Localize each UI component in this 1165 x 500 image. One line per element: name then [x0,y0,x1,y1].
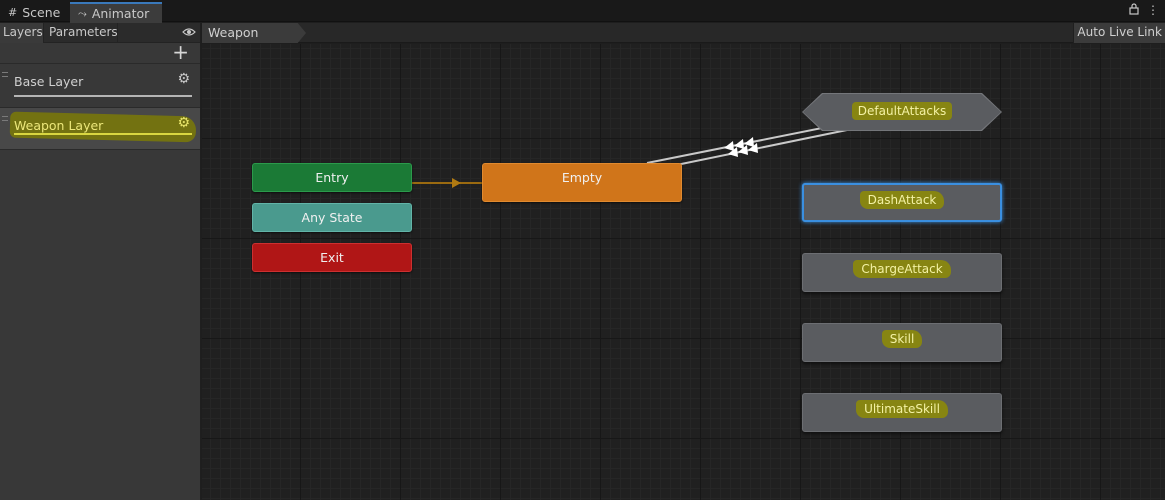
layer-weight-bar [14,95,192,97]
node-label: DefaultAttacks [802,102,1002,120]
tab-animator-label: Animator [91,6,150,21]
layer-item-base[interactable]: Base Layer ⚙ [0,63,200,107]
add-layer-row: + [0,41,200,63]
layer-item-weapon[interactable]: Weapon Layer ⚙ [0,107,200,150]
sub-state-machine-name: DefaultAttacks [857,104,947,118]
arrow-icon [452,178,461,188]
state-name: Skill [889,332,915,346]
animator-graph-canvas[interactable]: Entry Any State Exit Empty DefaultAttack… [202,44,1165,500]
tab-parameters[interactable]: Parameters [44,23,118,43]
layer-name: Weapon Layer [14,118,104,133]
drag-handle-icon[interactable] [2,72,8,77]
tab-animator[interactable]: ⤳ Animator [70,2,162,23]
state-node-dash-attack[interactable]: DashAttack [802,183,1002,222]
eye-icon[interactable] [182,26,196,40]
gear-icon[interactable]: ⚙ [177,115,190,131]
highlight-mark: Skill [881,330,922,348]
transition-lines [412,123,848,188]
layer-name: Base Layer [14,74,84,89]
highlight-mark: DashAttack [859,191,945,209]
highlight-mark: DefaultAttacks [851,102,953,120]
grid-icon: # [8,5,18,19]
layers-panel: Layers Parameters + Base Layer ⚙ Weapon … [0,23,201,500]
state-node-ultimate-skill[interactable]: UltimateSkill [802,393,1002,432]
state-name: UltimateSkill [864,402,940,416]
tab-scene[interactable]: # Scene [0,2,68,22]
animator-icon: ⤳ [78,6,87,20]
layer-weight-bar [14,133,192,135]
state-name: DashAttack [867,193,937,207]
tab-scene-label: Scene [22,4,61,20]
auto-live-link-button[interactable]: Auto Live Link [1073,23,1165,43]
state-node-skill[interactable]: Skill [802,323,1002,362]
highlight-mark: UltimateSkill [856,400,948,418]
any-state-node[interactable]: Any State [252,203,412,232]
entry-node[interactable]: Entry [252,163,412,192]
window-tab-bar: # Scene ⤳ Animator ⋮ [0,0,1165,23]
breadcrumb[interactable]: Weapon Layer [202,23,306,43]
exit-node[interactable]: Exit [252,243,412,272]
default-state-node[interactable]: Empty [482,163,682,202]
lock-icon[interactable] [1129,3,1139,18]
tab-layers[interactable]: Layers [0,23,44,43]
window-controls: ⋮ [1129,3,1159,18]
kebab-menu-icon[interactable]: ⋮ [1147,3,1159,18]
panel-tabs: Layers Parameters [0,23,200,43]
state-node-charge-attack[interactable]: ChargeAttack [802,253,1002,292]
state-name: ChargeAttack [861,262,943,276]
gear-icon[interactable]: ⚙ [177,71,190,87]
plus-icon[interactable]: + [172,41,189,63]
graph-toolbar: Weapon Layer Auto Live Link [202,23,1165,43]
highlight-mark: ChargeAttack [853,260,952,278]
drag-handle-icon[interactable] [2,116,8,121]
sub-state-machine-node[interactable]: DefaultAttacks [802,93,1002,131]
transition-arrows [724,137,758,157]
